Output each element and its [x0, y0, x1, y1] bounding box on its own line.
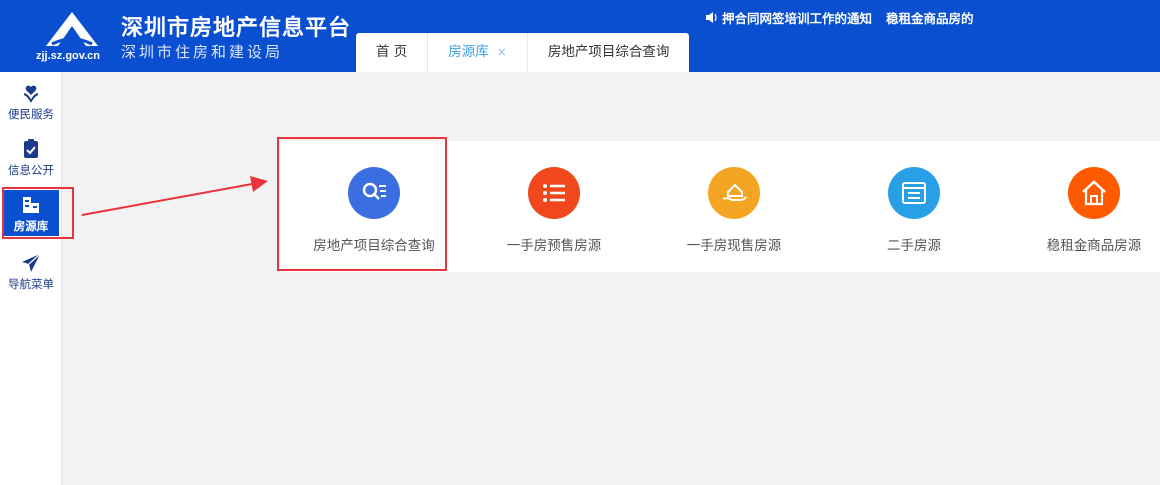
list-icon	[528, 167, 580, 219]
sidebar-item-label: 信息公开	[8, 163, 54, 177]
sidebar-item-convenience[interactable]: 便民服务	[3, 82, 59, 128]
card-label: 一手房预售房源	[506, 238, 602, 254]
site-logo[interactable]: zjj.sz.gov.cn	[36, 10, 108, 70]
card-new-presale[interactable]: 一手房预售房源	[470, 141, 638, 272]
document-list-icon	[888, 167, 940, 219]
house-icon	[1068, 167, 1120, 219]
tab-close-icon[interactable]: ×	[497, 45, 507, 59]
sidebar-item-label: 便民服务	[8, 107, 54, 121]
header: zjj.sz.gov.cn 深圳市房地产信息平台 深圳市住房和建设局 押合同网签…	[0, 0, 1160, 72]
sidebar-item-label: 导航菜单	[8, 277, 54, 291]
site-title: 深圳市房地产信息平台	[121, 16, 352, 41]
sidebar-item-nav-menu[interactable]: 导航菜单	[3, 252, 59, 298]
tab-home[interactable]: 首 页	[356, 33, 429, 72]
card-label: 房地产项目综合查询	[313, 238, 435, 254]
card-label: 一手房现售房源	[686, 238, 782, 254]
clipboard-check-icon	[24, 139, 38, 158]
logo-emblem-icon	[46, 12, 98, 46]
speaker-icon	[706, 11, 718, 26]
tab-bar: 首 页 房源库 × 房地产项目综合查询	[356, 33, 690, 72]
notice-item[interactable]: 稳租金商品房的	[886, 11, 974, 26]
card-second-hand[interactable]: 二手房源	[830, 141, 998, 272]
sidebar-item-info-disclosure[interactable]: 信息公开	[3, 138, 59, 184]
paper-plane-icon	[22, 253, 41, 272]
heart-hand-icon	[23, 85, 39, 103]
hand-house-icon	[708, 167, 760, 219]
building-icon	[23, 197, 39, 213]
search-list-icon	[348, 167, 400, 219]
notice-marquee[interactable]: 押合同网签培训工作的通知 稳租金商品房的	[706, 8, 994, 28]
card-new-ready-sale[interactable]: 一手房现售房源	[650, 141, 818, 272]
sidebar-item-housing-library[interactable]: 房源库	[3, 190, 59, 236]
sidebar: 便民服务 信息公开 房源库 导航菜单	[0, 72, 62, 485]
tab-project-query[interactable]: 房地产项目综合查询	[528, 33, 690, 72]
notice-item[interactable]: 押合同网签培训工作的通知	[722, 11, 872, 26]
sidebar-item-label: 房源库	[13, 219, 49, 233]
housing-panel: 房地产项目综合查询 一手房预售房源 一手房现售房源 二手房源 稳租金商品房源	[280, 141, 1160, 272]
card-stable-rent[interactable]: 稳租金商品房源	[1010, 141, 1160, 272]
card-project-query[interactable]: 房地产项目综合查询	[290, 141, 458, 272]
card-label: 二手房源	[887, 238, 941, 254]
logo-domain-text: zjj.sz.gov.cn	[36, 50, 100, 62]
site-subtitle: 深圳市住房和建设局	[121, 43, 284, 61]
tab-housing-library[interactable]: 房源库 ×	[428, 33, 528, 72]
card-label: 稳租金商品房源	[1046, 238, 1142, 254]
